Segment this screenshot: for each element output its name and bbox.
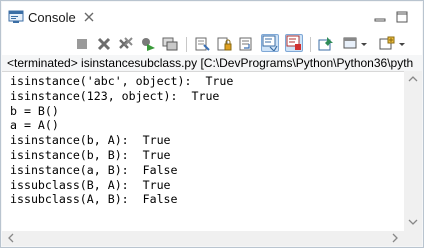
output-line: isinstance(b, B): True xyxy=(10,147,171,162)
horizontal-scrollbar[interactable] xyxy=(2,231,404,246)
view-title-bar: Console xyxy=(2,2,422,33)
remove-launch-icon[interactable] xyxy=(96,36,112,52)
tab-console[interactable]: Console xyxy=(8,6,96,28)
scroll-right-icon[interactable] xyxy=(390,233,400,243)
copy-console-icon[interactable] xyxy=(162,36,178,52)
console-header: <terminated> isinstancesubclass.py [C:\D… xyxy=(7,56,417,70)
process-status: <terminated> xyxy=(7,56,78,70)
output-line: a = A() xyxy=(10,118,59,133)
close-icon[interactable] xyxy=(84,12,94,22)
display-selected-console-icon[interactable] xyxy=(343,36,359,52)
show-console-on-stdout-icon[interactable] xyxy=(261,34,279,52)
show-console-on-stderr-icon[interactable] xyxy=(285,34,303,52)
output-line: issubclass(A, B): False xyxy=(10,192,178,207)
toolbar-separator xyxy=(186,37,187,52)
tab-label: Console xyxy=(28,9,76,25)
console-output[interactable]: isinstance('abc', object): True isinstan… xyxy=(2,71,404,232)
output-line: isinstance(b, A): True xyxy=(10,133,171,148)
stdout-icon xyxy=(262,35,278,52)
scroll-lock-icon[interactable] xyxy=(216,36,232,52)
output-line: b = B() xyxy=(10,103,59,118)
minimize-icon[interactable] xyxy=(374,11,386,23)
output-line: issubclass(B, A): True xyxy=(10,177,171,192)
output-line: isinstance(a, B): False xyxy=(10,162,178,177)
output-line: isinstance('abc', object): True xyxy=(10,74,234,88)
console-icon xyxy=(8,10,24,23)
scroll-down-icon[interactable] xyxy=(408,217,418,227)
toolbar-separator xyxy=(310,37,311,52)
remove-all-terminated-icon[interactable] xyxy=(118,36,134,52)
scroll-left-icon[interactable] xyxy=(6,233,16,243)
terminate-icon[interactable] xyxy=(74,36,90,52)
word-wrap-icon[interactable] xyxy=(238,36,254,52)
maximize-icon[interactable] xyxy=(396,11,408,23)
stderr-icon xyxy=(286,35,301,50)
output-lines: isinstance('abc', object): True isinstan… xyxy=(10,74,233,207)
pin-console-icon[interactable] xyxy=(318,36,334,52)
console-toolbar xyxy=(2,33,422,55)
debug-relaunch-icon[interactable] xyxy=(140,36,156,52)
scroll-up-icon[interactable] xyxy=(408,74,418,84)
chevron-down-icon[interactable] xyxy=(398,36,406,52)
chevron-down-icon[interactable] xyxy=(360,36,368,52)
console-view: Console <terminated> isinstancesubclass.… xyxy=(0,0,424,248)
open-console-icon[interactable] xyxy=(379,36,395,52)
vertical-scrollbar[interactable] xyxy=(404,71,422,231)
scrollbar-corner xyxy=(404,231,422,246)
output-line: isinstance(123, object): True xyxy=(10,88,220,103)
process-path: isinstancesubclass.py [C:\DevPrograms\Py… xyxy=(77,56,414,70)
clear-console-icon[interactable] xyxy=(194,36,210,52)
